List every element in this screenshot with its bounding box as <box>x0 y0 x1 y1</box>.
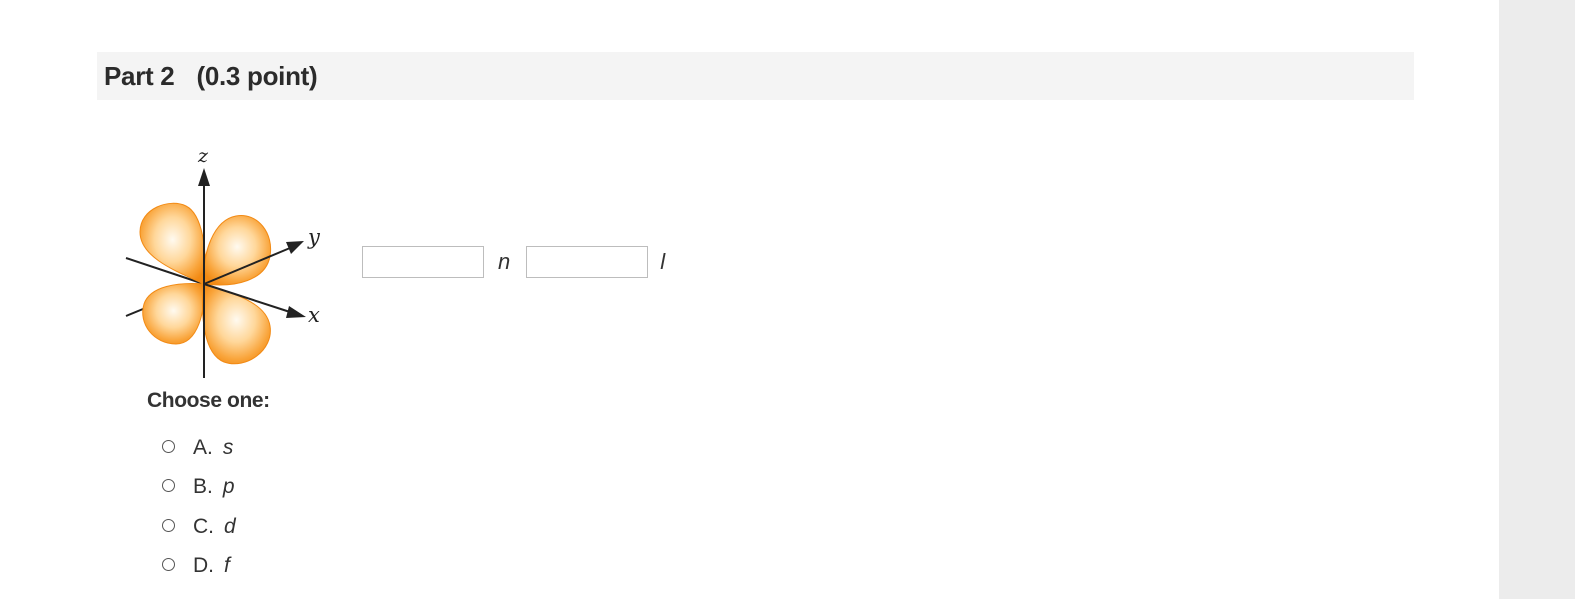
z-axis-arrowhead <box>198 168 210 186</box>
choose-one-label: Choose one: <box>147 389 270 412</box>
l-input[interactable] <box>526 246 649 278</box>
option-a[interactable]: A. s <box>162 428 236 468</box>
radio-button[interactable] <box>162 479 175 493</box>
lobe-lower-left <box>142 283 205 345</box>
lobe-upper-left <box>139 202 206 285</box>
radio-button[interactable] <box>162 518 175 532</box>
option-letter: B. <box>193 475 213 499</box>
l-label: l <box>660 249 666 274</box>
radio-button[interactable] <box>162 558 175 572</box>
n-input[interactable] <box>362 246 484 278</box>
orbital-type-options: A. s B. p C. d D. f <box>162 428 236 586</box>
option-letter: C. <box>193 514 214 538</box>
part-title: Part 2 <box>104 60 175 91</box>
lobe-upper-right <box>203 215 272 286</box>
x-axis-arrowhead <box>286 306 306 318</box>
y-axis-arrowhead <box>286 241 304 254</box>
part-header: Part 2 (0.3 point) <box>97 52 1414 100</box>
option-b[interactable]: B. p <box>162 468 236 508</box>
lobe-lower-right <box>202 283 271 365</box>
option-value: p <box>222 475 235 499</box>
option-value: d <box>224 514 236 538</box>
quantum-number-inputs: n l <box>362 245 665 279</box>
d-orbital-figure: z y x <box>125 145 321 378</box>
option-value: s <box>222 435 234 459</box>
n-label: n <box>498 249 511 274</box>
page: Part 2 (0.3 point) z y x n l Choose one:… <box>0 0 1575 599</box>
part-points: (0.3 point) <box>196 60 318 91</box>
option-d[interactable]: D. f <box>162 547 236 587</box>
radio-button[interactable] <box>162 439 175 453</box>
right-side-panel <box>1499 0 1575 599</box>
option-c[interactable]: C. d <box>162 507 236 547</box>
option-letter: A. <box>193 435 213 459</box>
x-axis-label: x <box>308 303 320 327</box>
z-axis-label: z <box>197 145 209 167</box>
option-value: f <box>224 554 230 578</box>
option-letter: D. <box>193 554 214 578</box>
y-axis-label: y <box>307 225 321 249</box>
